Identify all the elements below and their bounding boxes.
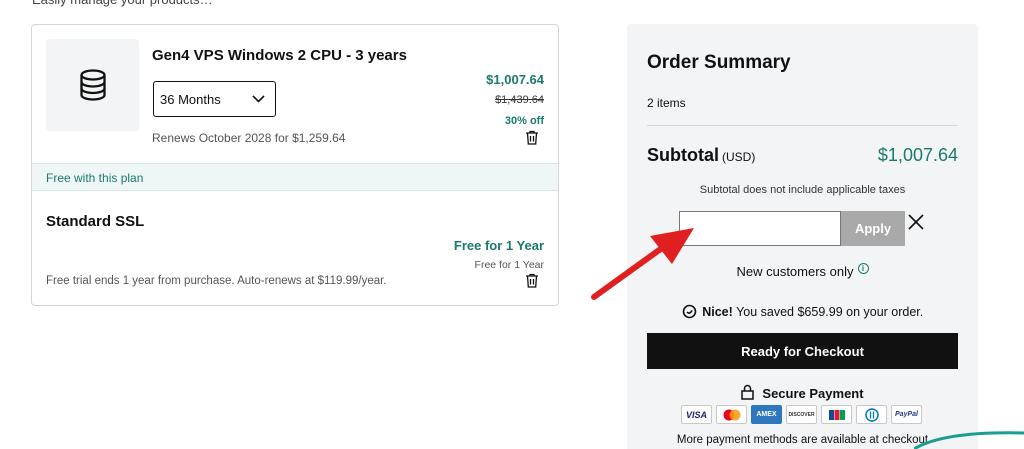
ssl-price-note: Free for 1 Year <box>474 259 544 271</box>
lock-icon <box>741 384 755 400</box>
new-customers-text: New customers only <box>736 264 854 279</box>
savings-icon <box>682 304 697 319</box>
payment-card-logos: VISA AMEX DISCOVER PayPal <box>681 405 922 424</box>
ssl-price: Free for 1 Year <box>453 238 544 253</box>
tax-note: Subtotal does not include applicable tax… <box>699 184 906 196</box>
new-customers-note: New customers only i <box>627 263 978 279</box>
discount-badge: 30% off <box>504 115 544 127</box>
free-with-plan-band: Free with this plan <box>32 163 558 191</box>
order-summary-panel: Order Summary 2 items Subtotal (USD) $1,0… <box>627 24 978 449</box>
trash-icon[interactable] <box>525 273 539 288</box>
product-title: Gen4 VPS Windows 2 CPU - 3 years <box>152 47 407 64</box>
truncated-top-text: Easily manage your products… <box>32 0 213 7</box>
visa-card-icon: VISA <box>681 405 712 424</box>
ssl-title: Standard SSL <box>46 213 145 230</box>
renewal-text: Renews October 2028 for $1,259.64 <box>152 131 346 145</box>
discover-card-icon: DISCOVER <box>786 405 817 424</box>
savings-message: Nice! You saved $659.99 on your order. <box>627 304 978 319</box>
diners-card-icon <box>856 405 887 424</box>
cart-panel: Gen4 VPS Windows 2 CPU - 3 years 36 Mont… <box>31 24 559 306</box>
paypal-card-icon: PayPal <box>891 405 922 424</box>
checkout-button[interactable]: Ready for Checkout <box>647 333 958 369</box>
subtotal-currency: (USD) <box>722 150 756 164</box>
secure-payment: Secure Payment <box>627 384 978 401</box>
close-icon[interactable] <box>906 212 926 232</box>
product-thumbnail <box>46 39 139 131</box>
jcb-card-icon <box>821 405 852 424</box>
term-select-value: 36 Months <box>160 91 221 107</box>
promo-code-input[interactable] <box>679 211 841 246</box>
divider <box>647 125 958 126</box>
order-summary-title: Order Summary <box>647 52 791 73</box>
ssl-trial-text: Free trial ends 1 year from purchase. Au… <box>46 275 387 287</box>
secure-payment-label: Secure Payment <box>762 386 864 401</box>
info-icon[interactable]: i <box>857 263 869 274</box>
savings-text: You saved $659.99 on your order. <box>736 305 924 319</box>
chevron-down-icon <box>252 95 265 103</box>
current-price: $1,007.64 <box>486 72 544 87</box>
database-icon <box>79 69 106 101</box>
term-select[interactable]: 36 Months <box>153 81 276 117</box>
subtotal-label: Subtotal (USD) <box>647 145 755 166</box>
teal-corner-decoration <box>914 431 1024 449</box>
original-price: $1,439.64 <box>495 94 544 106</box>
trash-icon[interactable] <box>525 130 539 145</box>
mastercard-icon <box>716 405 747 424</box>
apply-button[interactable]: Apply <box>841 211 905 246</box>
item-count: 2 items <box>647 96 686 110</box>
subtotal-value: $1,007.64 <box>877 145 958 165</box>
amex-card-icon: AMEX <box>751 405 782 424</box>
savings-nice: Nice! <box>702 305 733 319</box>
subtotal-label-text: Subtotal <box>647 145 719 165</box>
